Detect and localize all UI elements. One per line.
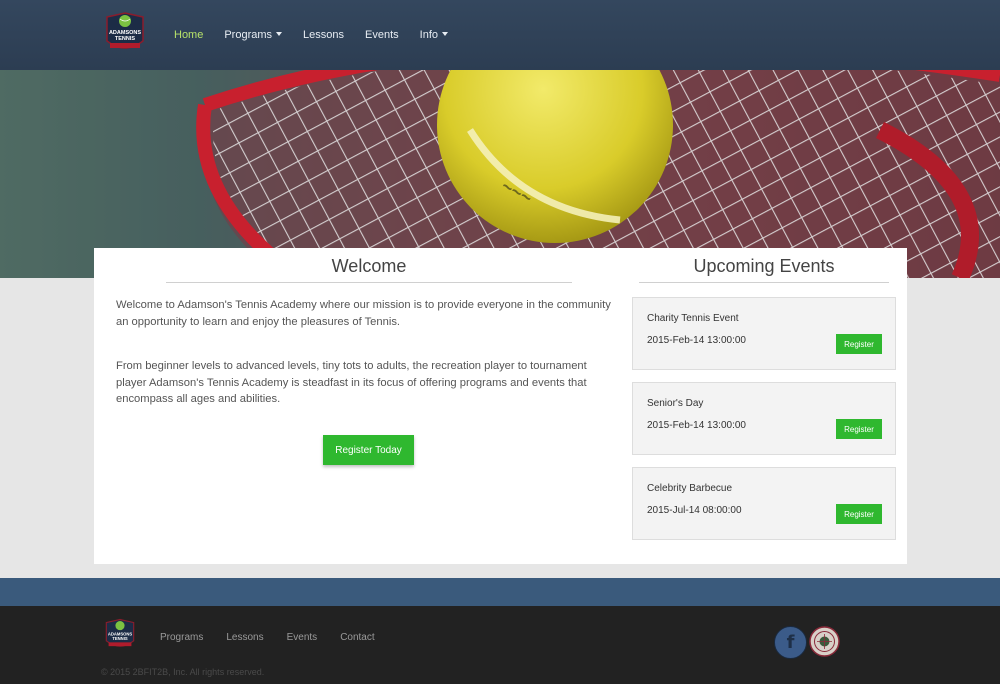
nav-programs[interactable]: Programs xyxy=(224,29,283,41)
nav-info-label: Info xyxy=(419,29,439,41)
event-register-button[interactable]: Register xyxy=(836,419,882,439)
event-card: Senior's Day 2015-Feb-14 13:00:00 Regist… xyxy=(632,382,896,455)
footer-top-band xyxy=(0,578,1000,606)
nav-home-label: Home xyxy=(174,29,204,41)
footer-logo-text-2: TENNIS xyxy=(112,636,128,641)
nav-events-label: Events xyxy=(365,29,399,41)
event-register-button[interactable]: Register xyxy=(836,334,882,354)
event-card: Charity Tennis Event 2015-Feb-14 13:00:0… xyxy=(632,297,896,370)
event-name: Charity Tennis Event xyxy=(647,313,739,324)
logo-text-2: TENNIS xyxy=(115,36,136,42)
footer-nav: Programs Lessons Events Contact xyxy=(160,632,398,643)
event-name: Senior's Day xyxy=(647,398,704,409)
copyright-text: © 2015 2BFIT2B, Inc. All rights reserved… xyxy=(101,667,265,677)
event-register-button[interactable]: Register xyxy=(836,504,882,524)
navbar: ADAMSONS TENNIS Home Programs Lessons Ev… xyxy=(0,0,1000,70)
caret-down-icon xyxy=(442,32,449,36)
event-date: 2015-Jul-14 08:00:00 xyxy=(647,505,742,516)
nav-events[interactable]: Events xyxy=(365,29,399,41)
footer-link-lessons[interactable]: Lessons xyxy=(226,632,263,643)
welcome-heading: Welcome xyxy=(331,256,407,276)
heading-divider xyxy=(166,282,572,283)
footer-link-events[interactable]: Events xyxy=(287,632,318,643)
register-today-button[interactable]: Register Today xyxy=(323,435,414,465)
footer-link-programs[interactable]: Programs xyxy=(160,632,203,643)
heading-divider xyxy=(639,282,889,283)
upcoming-events-heading: Upcoming Events xyxy=(693,256,835,276)
nav-lessons-label: Lessons xyxy=(303,29,345,41)
hero-banner: ~~~ xyxy=(0,70,1000,278)
welcome-paragraph-2: From beginner levels to advanced levels,… xyxy=(116,360,587,405)
event-card: Celebrity Barbecue 2015-Jul-14 08:00:00 … xyxy=(632,467,896,540)
event-name: Celebrity Barbecue xyxy=(647,483,733,494)
academy-logo[interactable]: ADAMSONS TENNIS xyxy=(104,11,146,57)
event-date: 2015-Feb-14 13:00:00 xyxy=(647,420,746,431)
wimbledon-icon[interactable] xyxy=(809,626,840,657)
tennis-hero-image: ~~~ xyxy=(0,70,1000,278)
nav-programs-label: Programs xyxy=(224,29,273,41)
facebook-icon[interactable]: f xyxy=(774,626,807,659)
nav-info[interactable]: Info xyxy=(419,29,449,41)
nav-lessons[interactable]: Lessons xyxy=(303,29,344,41)
welcome-paragraph-1: Welcome to Adamson's Tennis Academy wher… xyxy=(116,299,611,328)
footer-link-contact[interactable]: Contact xyxy=(340,632,374,643)
caret-down-icon xyxy=(276,32,283,36)
nav-home[interactable]: Home xyxy=(174,29,203,41)
footer-logo[interactable]: ADAMSONS TENNIS xyxy=(104,618,136,653)
event-date: 2015-Feb-14 13:00:00 xyxy=(647,335,746,346)
main-nav: Home Programs Lessons Events Info xyxy=(174,0,469,70)
